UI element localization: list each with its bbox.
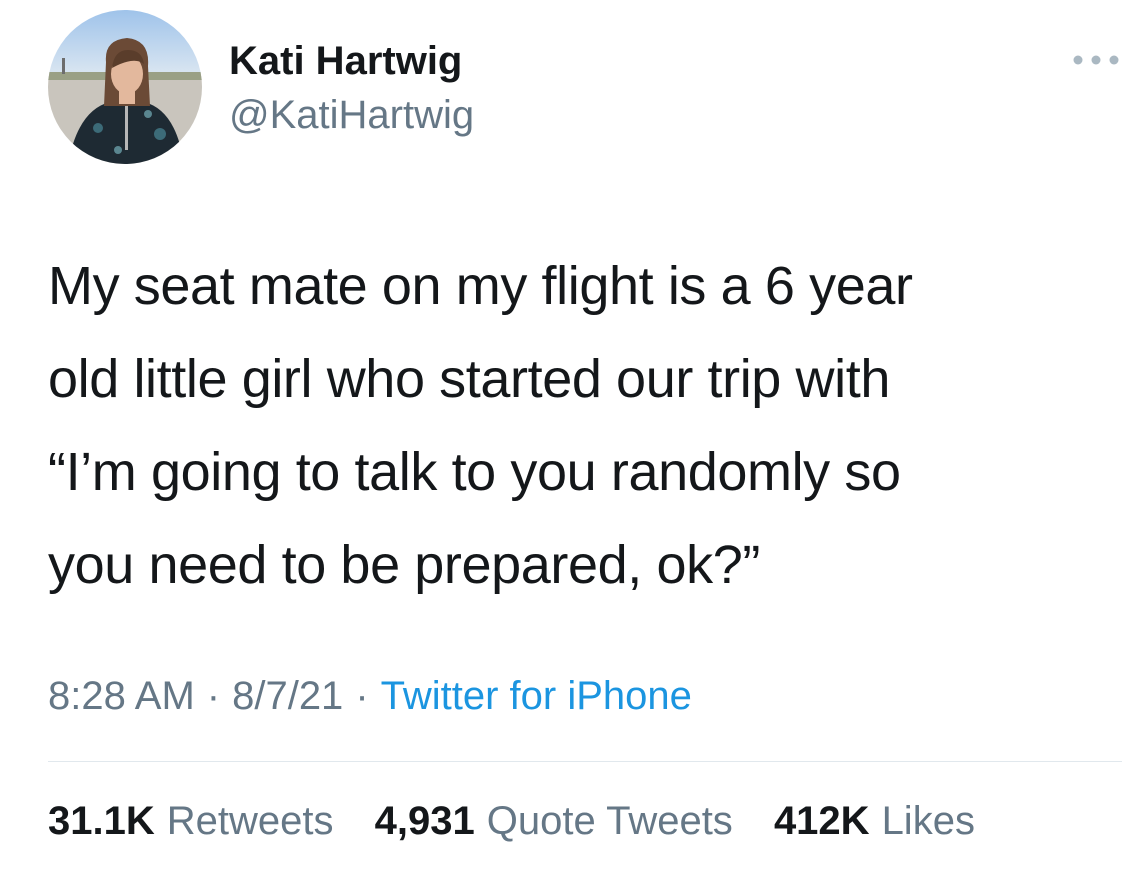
tweet-text-line: you need to be prepared, ok?”	[48, 535, 760, 595]
tweet-text-line: “I’m going to talk to you randomly so	[48, 442, 901, 502]
tweet-text: My seat mate on my flight is a 6 year ol…	[48, 240, 1118, 612]
quote-tweets-label: Quote Tweets	[486, 799, 733, 843]
user-avatar-photo	[48, 10, 202, 164]
more-dots-icon[interactable]	[1070, 50, 1122, 70]
divider	[48, 761, 1122, 762]
likes-stat[interactable]: 412K Likes	[774, 795, 975, 847]
retweets-stat[interactable]: 31.1K Retweets	[48, 795, 334, 847]
retweets-count: 31.1K	[48, 799, 155, 843]
tweet-stats: 31.1K Retweets 4,931 Quote Tweets 412K Like…	[48, 795, 975, 847]
tweet-meta: 8:28 AM · 8/7/21 · Twitter for iPhone	[48, 670, 692, 722]
user-handle[interactable]: @KatiHartwig	[229, 90, 474, 140]
tweet-date[interactable]: 8/7/21	[232, 674, 343, 718]
meta-separator: ·	[206, 674, 221, 718]
quote-tweets-count: 4,931	[374, 799, 475, 843]
tweet-time[interactable]: 8:28 AM	[48, 674, 195, 718]
likes-label: Likes	[881, 799, 975, 843]
quote-tweets-stat[interactable]: 4,931 Quote Tweets	[375, 795, 733, 847]
tweet-source-link[interactable]: Twitter for iPhone	[381, 674, 692, 718]
retweets-label: Retweets	[166, 799, 334, 843]
display-name[interactable]: Kati Hartwig	[229, 36, 462, 86]
tweet-text-line: My seat mate on my flight is a 6 year	[48, 256, 913, 316]
likes-count: 412K	[773, 799, 870, 843]
meta-separator: ·	[355, 674, 369, 718]
avatar[interactable]	[48, 10, 202, 164]
tweet-text-line: old little girl who started our trip wit…	[48, 349, 890, 409]
